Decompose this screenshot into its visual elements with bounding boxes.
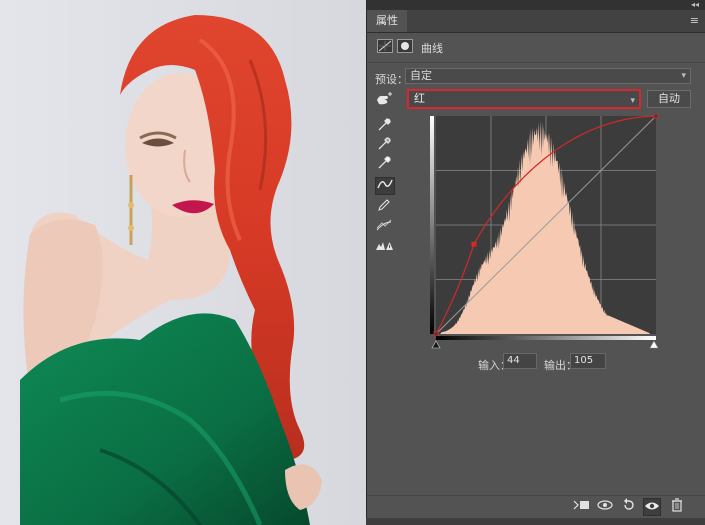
chevron-down-icon: ▾ bbox=[681, 71, 686, 81]
curve-point-icon[interactable] bbox=[375, 177, 395, 195]
curve-control-point[interactable] bbox=[653, 114, 659, 119]
hand-adjust-icon[interactable] bbox=[375, 92, 393, 108]
auto-button[interactable]: 自动 bbox=[647, 90, 691, 108]
view-previous-icon[interactable] bbox=[596, 498, 614, 516]
adjustment-title: 曲线 bbox=[421, 42, 443, 55]
channel-dropdown[interactable]: 红 ▾ bbox=[407, 89, 641, 109]
curves-adjustment-icon[interactable] bbox=[377, 39, 393, 53]
curve-control-point[interactable] bbox=[471, 241, 477, 247]
chevron-down-icon: ▾ bbox=[630, 96, 635, 106]
preset-dropdown[interactable]: 自定 ▾ bbox=[405, 68, 691, 84]
black-point-slider[interactable] bbox=[431, 340, 441, 349]
collapse-panel-icon[interactable]: ◂◂ bbox=[691, 0, 699, 10]
output-gradient-bar bbox=[430, 116, 434, 334]
smooth-icon[interactable] bbox=[375, 218, 393, 234]
clipping-warning-icon[interactable] bbox=[375, 238, 393, 254]
white-eyedropper-icon[interactable] bbox=[375, 156, 393, 172]
output-value-field[interactable]: 105 bbox=[570, 353, 606, 369]
white-point-slider[interactable] bbox=[649, 340, 659, 349]
curve-control-point[interactable] bbox=[433, 331, 439, 337]
tab-properties[interactable]: 属性 bbox=[367, 10, 407, 32]
preset-label: 预设： bbox=[375, 73, 408, 86]
pencil-icon[interactable] bbox=[375, 198, 393, 214]
panel-title-strip: ◂◂ bbox=[367, 0, 705, 10]
photo-canvas[interactable] bbox=[0, 0, 366, 525]
black-eyedropper-icon[interactable] bbox=[375, 118, 393, 134]
adjustment-header: 曲线 bbox=[367, 38, 705, 58]
gray-eyedropper-icon[interactable] bbox=[375, 137, 393, 153]
visibility-eye-icon[interactable] bbox=[643, 498, 661, 516]
panel-bottom-strip bbox=[366, 518, 705, 525]
panel-bottom-toolbar bbox=[366, 496, 705, 518]
delete-icon[interactable] bbox=[668, 498, 686, 516]
divider bbox=[367, 62, 705, 63]
channel-value: 红 bbox=[414, 92, 425, 105]
reset-icon[interactable] bbox=[620, 498, 638, 516]
preset-value: 自定 bbox=[410, 69, 432, 82]
input-gradient-bar bbox=[436, 336, 656, 340]
panel-menu-icon[interactable]: ≡ bbox=[690, 14, 699, 27]
clip-to-layer-icon[interactable] bbox=[572, 498, 590, 516]
input-value-field[interactable]: 44 bbox=[503, 353, 537, 369]
layer-mask-icon[interactable] bbox=[397, 39, 413, 53]
panel-tab-bar: 属性 ≡ bbox=[367, 10, 705, 33]
curves-graph[interactable] bbox=[430, 114, 662, 352]
